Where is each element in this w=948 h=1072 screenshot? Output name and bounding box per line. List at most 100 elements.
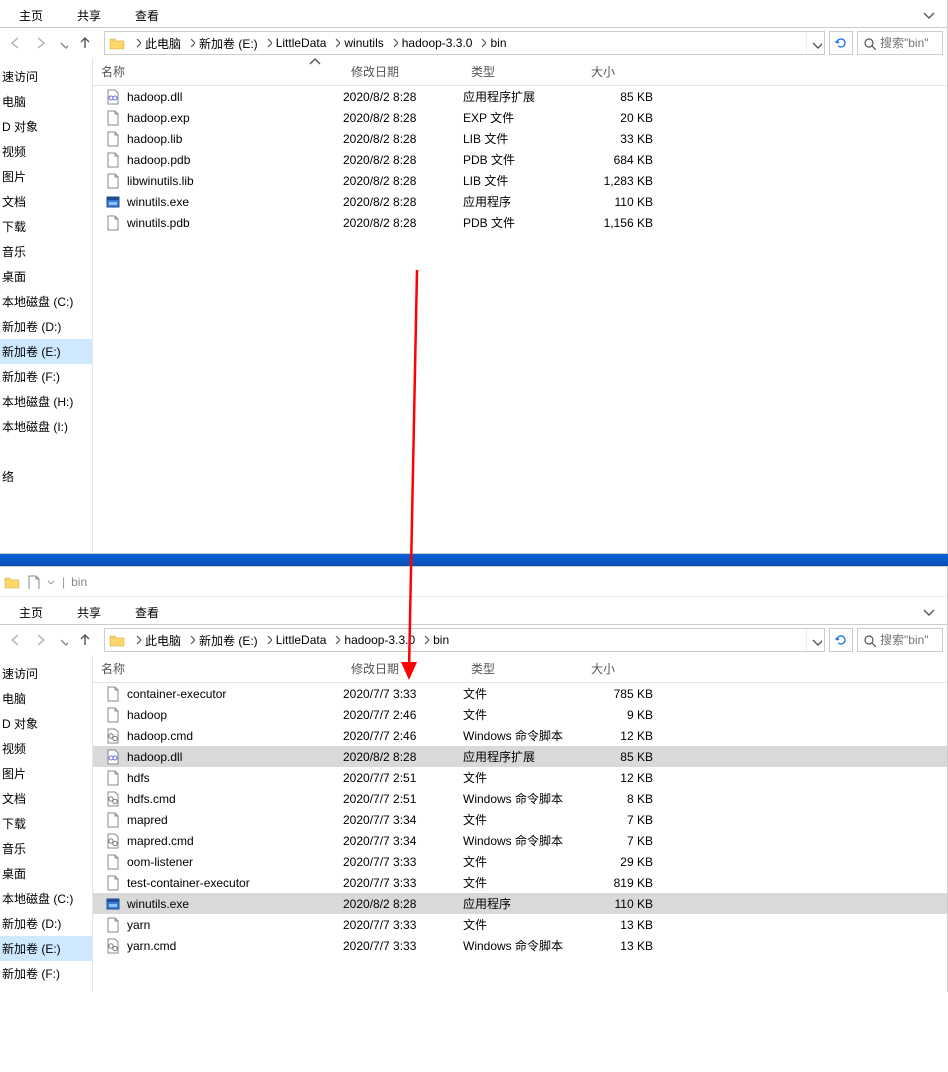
nav-back-button[interactable] [6,631,24,649]
nav-back-button[interactable] [6,34,24,52]
column-header-date[interactable]: 修改日期 [343,655,463,682]
file-row[interactable]: winutils.exe2020/8/2 8:28应用程序110 KB [93,893,947,914]
sidebar-item[interactable]: 速访问 [0,64,92,89]
ribbon-expand-icon[interactable] [911,3,947,27]
file-row[interactable]: container-executor2020/7/7 3:33文件785 KB [93,683,947,704]
file-row[interactable]: yarn.cmd2020/7/7 3:33Windows 命令脚本13 KB [93,935,947,956]
breadcrumb-segment[interactable]: hadoop-3.3.0 [340,629,419,651]
nav-forward-button[interactable] [32,631,50,649]
sidebar-item[interactable]: 音乐 [0,836,92,861]
file-row[interactable]: winutils.pdb2020/8/2 8:28PDB 文件1,156 KB [93,212,947,233]
file-row[interactable]: hdfs2020/7/7 2:51文件12 KB [93,767,947,788]
nav-history-dropdown[interactable] [58,631,68,649]
file-row[interactable]: libwinutils.lib2020/8/2 8:28LIB 文件1,283 … [93,170,947,191]
search-box[interactable] [857,628,943,652]
ribbon-tab-share[interactable]: 共享 [72,1,106,28]
column-header-name[interactable]: 名称 [93,655,343,682]
chevron-right-icon[interactable] [388,35,398,51]
ribbon-tab-view[interactable]: 查看 [130,598,164,625]
sidebar-item[interactable]: 新加卷 (D:) [0,911,92,936]
path-dropdown[interactable] [806,629,824,651]
sidebar-item[interactable] [0,439,92,464]
ribbon-expand-icon[interactable] [911,600,947,624]
sidebar-item[interactable]: 本地磁盘 (C:) [0,886,92,911]
breadcrumb-path[interactable]: 此电脑新加卷 (E:) LittleData hadoop-3.3.0 bin [104,628,825,652]
column-header-type[interactable]: 类型 [463,58,583,85]
file-row[interactable]: test-container-executor2020/7/7 3:33文件81… [93,872,947,893]
sidebar-item[interactable]: 新加卷 (F:) [0,364,92,389]
breadcrumb-path[interactable]: 此电脑新加卷 (E:) LittleData winutils hadoop-3.3.… [104,31,825,55]
search-input[interactable] [880,633,938,647]
refresh-button[interactable] [829,628,853,652]
qat-dropdown[interactable] [46,577,56,587]
breadcrumb-segment[interactable]: 新加卷 (E:) [195,629,262,651]
sidebar-item[interactable]: 图片 [0,761,92,786]
breadcrumb-segment[interactable]: LittleData [272,629,331,651]
column-header-size[interactable]: 大小 [583,58,683,85]
sidebar-item[interactable]: 本地磁盘 (C:) [0,289,92,314]
breadcrumb-segment[interactable]: winutils [340,32,387,54]
refresh-button[interactable] [829,31,853,55]
breadcrumb-segment[interactable]: bin [429,629,453,651]
chevron-right-icon[interactable] [330,35,340,51]
breadcrumb-segment[interactable]: 此电脑 [141,629,185,651]
sidebar-item[interactable]: 文档 [0,189,92,214]
column-header-name[interactable]: 名称 [93,58,343,85]
file-row[interactable]: winutils.exe2020/8/2 8:28应用程序110 KB [93,191,947,212]
file-row[interactable]: yarn2020/7/7 3:33文件13 KB [93,914,947,935]
file-row[interactable]: hadoop.exp2020/8/2 8:28EXP 文件20 KB [93,107,947,128]
chevron-right-icon[interactable] [131,35,141,51]
nav-up-button[interactable] [76,34,94,52]
chevron-right-icon[interactable] [185,35,195,51]
sidebar-item[interactable]: D 对象 [0,114,92,139]
column-header-date[interactable]: 修改日期 [343,58,463,85]
file-row[interactable]: hadoop.dll2020/8/2 8:28应用程序扩展85 KB [93,86,947,107]
sidebar-item[interactable]: 下载 [0,214,92,239]
file-row[interactable]: hadoop2020/7/7 2:46文件9 KB [93,704,947,725]
file-row[interactable]: mapred2020/7/7 3:34文件7 KB [93,809,947,830]
nav-forward-button[interactable] [32,34,50,52]
breadcrumb-segment[interactable]: hadoop-3.3.0 [398,32,477,54]
breadcrumb-segment[interactable]: 此电脑 [141,32,185,54]
sidebar-item[interactable]: 音乐 [0,239,92,264]
chevron-right-icon[interactable] [131,632,141,648]
sidebar-item[interactable]: 本地磁盘 (H:) [0,389,92,414]
navigation-pane[interactable]: 速访问电脑D 对象视频图片文档下载音乐桌面本地磁盘 (C:)新加卷 (D:)新加… [0,655,93,992]
sidebar-item[interactable]: 本地磁盘 (I:) [0,414,92,439]
chevron-right-icon[interactable] [262,35,272,51]
file-row[interactable]: hadoop.pdb2020/8/2 8:28PDB 文件684 KB [93,149,947,170]
search-box[interactable] [857,31,943,55]
breadcrumb-segment[interactable]: LittleData [272,32,331,54]
breadcrumb-segment[interactable]: 新加卷 (E:) [195,32,262,54]
sidebar-item[interactable]: 文档 [0,786,92,811]
chevron-right-icon[interactable] [262,632,272,648]
search-input[interactable] [880,36,938,50]
ribbon-tab-home[interactable]: 主页 [14,1,48,28]
sidebar-item[interactable]: 视频 [0,736,92,761]
file-row[interactable]: mapred.cmd2020/7/7 3:34Windows 命令脚本7 KB [93,830,947,851]
sidebar-item[interactable]: 速访问 [0,661,92,686]
chevron-right-icon[interactable] [419,632,429,648]
path-dropdown[interactable] [806,32,824,54]
navigation-pane[interactable]: 速访问电脑D 对象视频图片文档下载音乐桌面本地磁盘 (C:)新加卷 (D:)新加… [0,58,93,553]
nav-history-dropdown[interactable] [58,34,68,52]
chevron-right-icon[interactable] [185,632,195,648]
sidebar-item[interactable]: 图片 [0,164,92,189]
sidebar-item[interactable]: 电脑 [0,89,92,114]
ribbon-tab-home[interactable]: 主页 [14,598,48,625]
sidebar-item[interactable]: 新加卷 (D:) [0,314,92,339]
breadcrumb-segment[interactable]: bin [486,32,510,54]
chevron-right-icon[interactable] [476,35,486,51]
sidebar-item[interactable]: 下载 [0,811,92,836]
qat-button[interactable] [26,575,40,589]
sidebar-item[interactable]: 桌面 [0,861,92,886]
column-header-size[interactable]: 大小 [583,655,683,682]
ribbon-tab-share[interactable]: 共享 [72,598,106,625]
column-header-type[interactable]: 类型 [463,655,583,682]
file-row[interactable]: hadoop.dll2020/8/2 8:28应用程序扩展85 KB [93,746,947,767]
sidebar-item[interactable]: 新加卷 (E:) [0,339,92,364]
sidebar-item[interactable]: 电脑 [0,686,92,711]
nav-up-button[interactable] [76,631,94,649]
sidebar-item[interactable]: 新加卷 (E:) [0,936,92,961]
file-row[interactable]: oom-listener2020/7/7 3:33文件29 KB [93,851,947,872]
